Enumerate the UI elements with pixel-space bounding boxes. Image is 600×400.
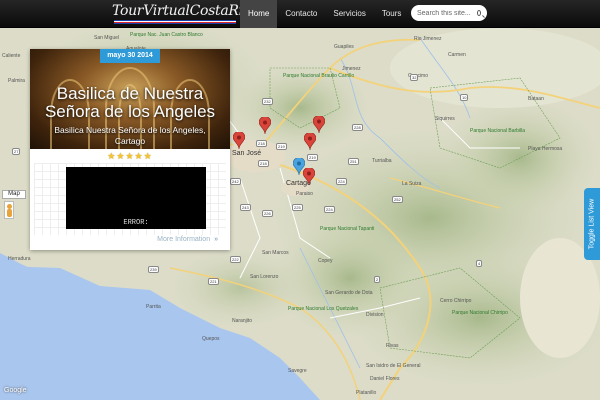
date-day: 30 [127,52,136,59]
date-year: 2014 [137,52,153,59]
site-logo[interactable]: TourVirtualCostaRica [112,3,259,19]
date-badge: mayo 30 2014 [100,49,160,63]
place-label: San Lorenzo [250,274,279,280]
place-label: Parque Nacional Los Quetzales [288,306,359,312]
more-information-label: More Information [157,236,211,243]
map-type-button[interactable]: Map [2,190,26,199]
place-label: Copey [318,258,333,264]
place-label: Division [366,312,384,318]
place-label: Parque Nacional Braulio Carrillo [283,73,355,79]
logo-flag-stripes [114,20,236,24]
card-title-line1: Basilica de Nuestra [56,84,204,103]
route-shield: 243 [240,204,251,211]
place-label: Carmen [448,52,466,58]
map-marker-red[interactable] [259,117,271,134]
route-shield: 4 [476,260,483,267]
route-shield: 221 [208,278,219,285]
toggle-list-view-button[interactable]: Toggle List View [584,188,600,260]
map-marker-red[interactable] [304,133,316,150]
info-card: mayo 30 2014 Basilica de Nuestra Señora … [30,49,230,250]
pegman-icon[interactable] [4,201,14,219]
card-title-line2: Señora de los Angeles [44,102,216,121]
place-label: Turrialba [372,158,392,164]
route-shield: 224 [324,206,335,213]
place-label: Savegre [288,368,307,374]
video-error-text: ERROR: [123,219,149,227]
star-icon: ★ [125,151,135,161]
map-marker-red[interactable] [313,116,325,133]
route-shield: 242 [230,178,241,185]
star-icon: ★ [134,151,144,161]
route-shield: 218 [258,160,269,167]
place-label: La Suiza [402,181,422,187]
nav-tours[interactable]: Tours [374,0,410,28]
route-shield: 226 [262,210,273,217]
place-label: Parque Nacional Chirripo [452,310,508,316]
route-shield: 218 [256,140,267,147]
star-icon: ★ [143,151,153,161]
route-shield: 239 [148,266,159,273]
video-player[interactable]: ERROR: [66,167,206,229]
more-information-link[interactable]: More Information» [157,236,218,243]
place-label: Palmira [8,78,25,84]
route-shield: 219 [276,143,287,150]
nav-contacto[interactable]: Contacto [277,0,325,28]
route-shield: 232 [262,98,273,105]
nav-servicios[interactable]: Servicios [325,0,373,28]
card-subtitle-line1: Basilica Nuestra Señora de los Angeles, [54,125,206,135]
google-logo: Google [4,387,27,394]
map-marker-red[interactable] [303,168,315,185]
route-shield: 219 [307,154,318,161]
place-label: Quepos [202,336,220,342]
place-label: San José [232,150,262,157]
place-label: Playa Hermosa [528,146,563,152]
nav-home[interactable]: Home [240,0,278,28]
place-label: Bataan [528,96,544,102]
route-shield: 222 [230,256,241,263]
route-shield: 27 [12,148,21,155]
place-label: Parrita [146,304,161,310]
route-shield: 251 [348,158,359,165]
date-month: mayo [107,52,126,59]
star-icon: ★ [107,151,117,161]
site-header: TourVirtualCostaRica Home Contacto Servi… [0,0,600,28]
route-shield: 2 [374,276,381,283]
search-box [411,5,487,21]
route-shield: 228 [352,124,363,131]
route-shield: 225 [292,204,303,211]
card-title[interactable]: Basilica de Nuestra Señora de los Angele… [30,85,230,121]
place-label: Parque Nac. Juan Castro Blanco [130,32,203,38]
more-information-arrow: » [214,236,218,243]
search-icon[interactable] [477,10,481,16]
toggle-list-view-label: Toggle List View [588,198,596,250]
place-label: Caliente [2,53,21,59]
place-label: San Isidro de El General [366,363,421,369]
place-label: Rivas [386,343,399,349]
place-label: Herradura [8,256,31,262]
route-shield: 32 [410,74,419,81]
main-nav: Home Contacto Servicios Tours [240,0,409,28]
place-label: Siquirres [435,116,455,122]
map-marker-red[interactable] [233,132,245,149]
place-label: Rio Jimenez [414,36,442,42]
place-label: San Miguel [94,35,120,41]
place-label: Parque Nacional Tapanti [320,226,375,232]
route-shield: 252 [392,196,403,203]
place-label: Naranjito [232,318,253,324]
rating-stars: ★★★★★ [30,151,230,162]
place-label: Cerro Chirripo [440,298,472,304]
place-label: San Marcos [262,250,289,256]
place-label: San Gerardo de Dota [325,290,373,296]
place-label: Platanillo [356,390,377,396]
place-label: Paraiso [296,191,313,197]
route-shield: 224 [336,178,347,185]
card-subtitle-line2: Cartago [114,136,146,146]
place-label: Parque Nacional Barbilla [470,128,526,134]
place-label: Daniel Flores [370,376,400,382]
search-input[interactable] [417,9,477,17]
place-label: Guapiles [334,44,354,50]
route-shield: 10 [460,94,469,101]
place-label: Jimenez [342,66,361,72]
